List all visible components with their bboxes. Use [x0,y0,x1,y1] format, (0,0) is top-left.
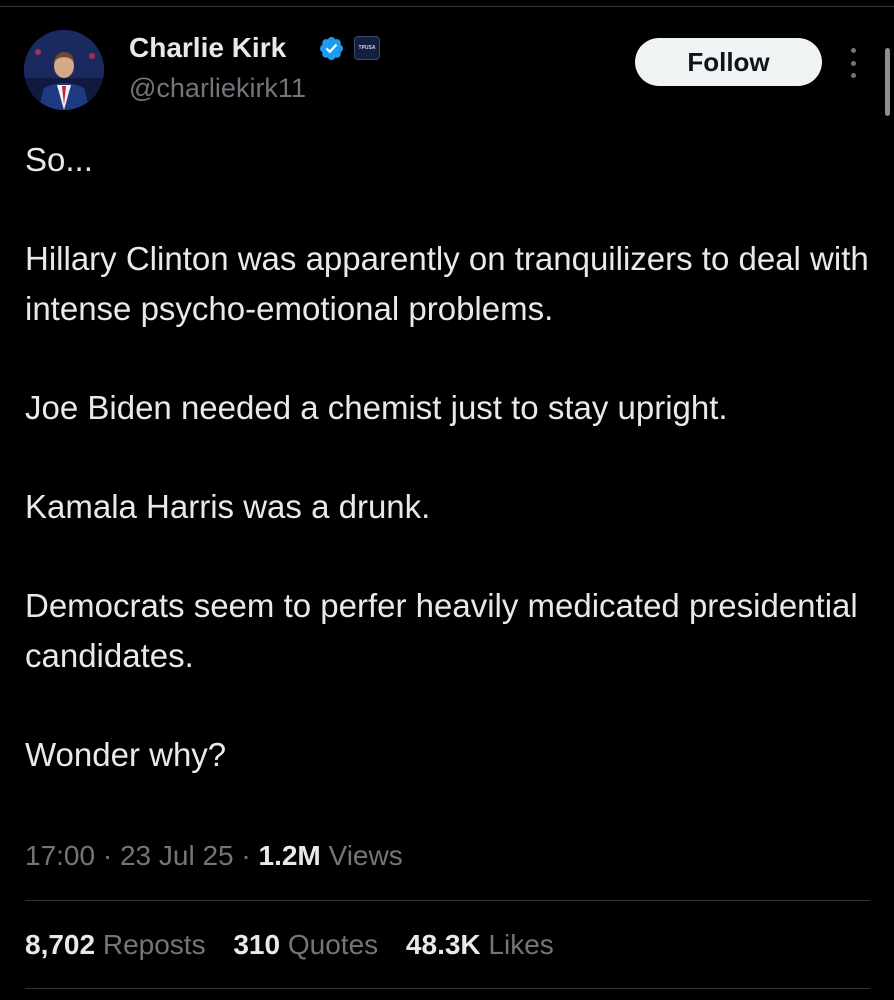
tweet-paragraph: Hillary Clinton was apparently on tranqu… [25,240,869,327]
verified-badge-icon[interactable] [318,35,345,62]
likes-stat[interactable]: 48.3K Likes [406,929,554,960]
separator-dot: · [241,840,251,871]
engagement-stats: 8,702 Reposts 310 Quotes 48.3K Likes [25,926,574,964]
tweet-metadata: 17:00 · 23 Jul 25 · 1.2M Views [25,838,403,874]
likes-label: Likes [488,929,554,960]
tweet-paragraph: Wonder why? [25,736,227,774]
views-label: Views [328,840,403,871]
reposts-count: 8,702 [25,929,96,960]
tweet-paragraph: So... [25,141,93,178]
tweet-date[interactable]: 23 Jul 25 [120,840,234,871]
affiliate-badge[interactable]: TPUSA [354,36,380,60]
quotes-stat[interactable]: 310 Quotes [233,929,378,960]
reposts-stat[interactable]: 8,702 Reposts [25,929,206,960]
divider [25,900,870,901]
tweet-paragraph: Joe Biden needed a chemist just to stay … [25,388,728,426]
more-options-icon[interactable] [843,48,863,78]
quotes-count: 310 [233,929,281,960]
reposts-label: Reposts [102,929,206,960]
top-divider [0,6,894,7]
avatar-image [24,30,104,110]
author-display-name[interactable]: Charlie Kirk [129,30,286,66]
follow-button[interactable]: Follow [635,38,822,86]
views-count: 1.2M [258,840,321,871]
tweet-text: So... Hillary Clinton was apparently on … [25,135,875,780]
avatar[interactable] [24,30,104,110]
quotes-label: Quotes [287,929,379,960]
author-handle[interactable]: @charliekirk11 [129,71,306,105]
affiliate-badge-label: TPUSA [358,45,376,51]
tweet-paragraph: Kamala Harris was a drunk. [25,488,431,526]
divider [25,988,870,989]
separator-dot: · [102,840,113,871]
tweet-time[interactable]: 17:00 [25,840,95,871]
tweet-paragraph: Democrats seem to perfer heavily medicat… [25,587,858,674]
scrollbar-thumb[interactable] [885,48,890,116]
likes-count: 48.3K [405,929,481,960]
